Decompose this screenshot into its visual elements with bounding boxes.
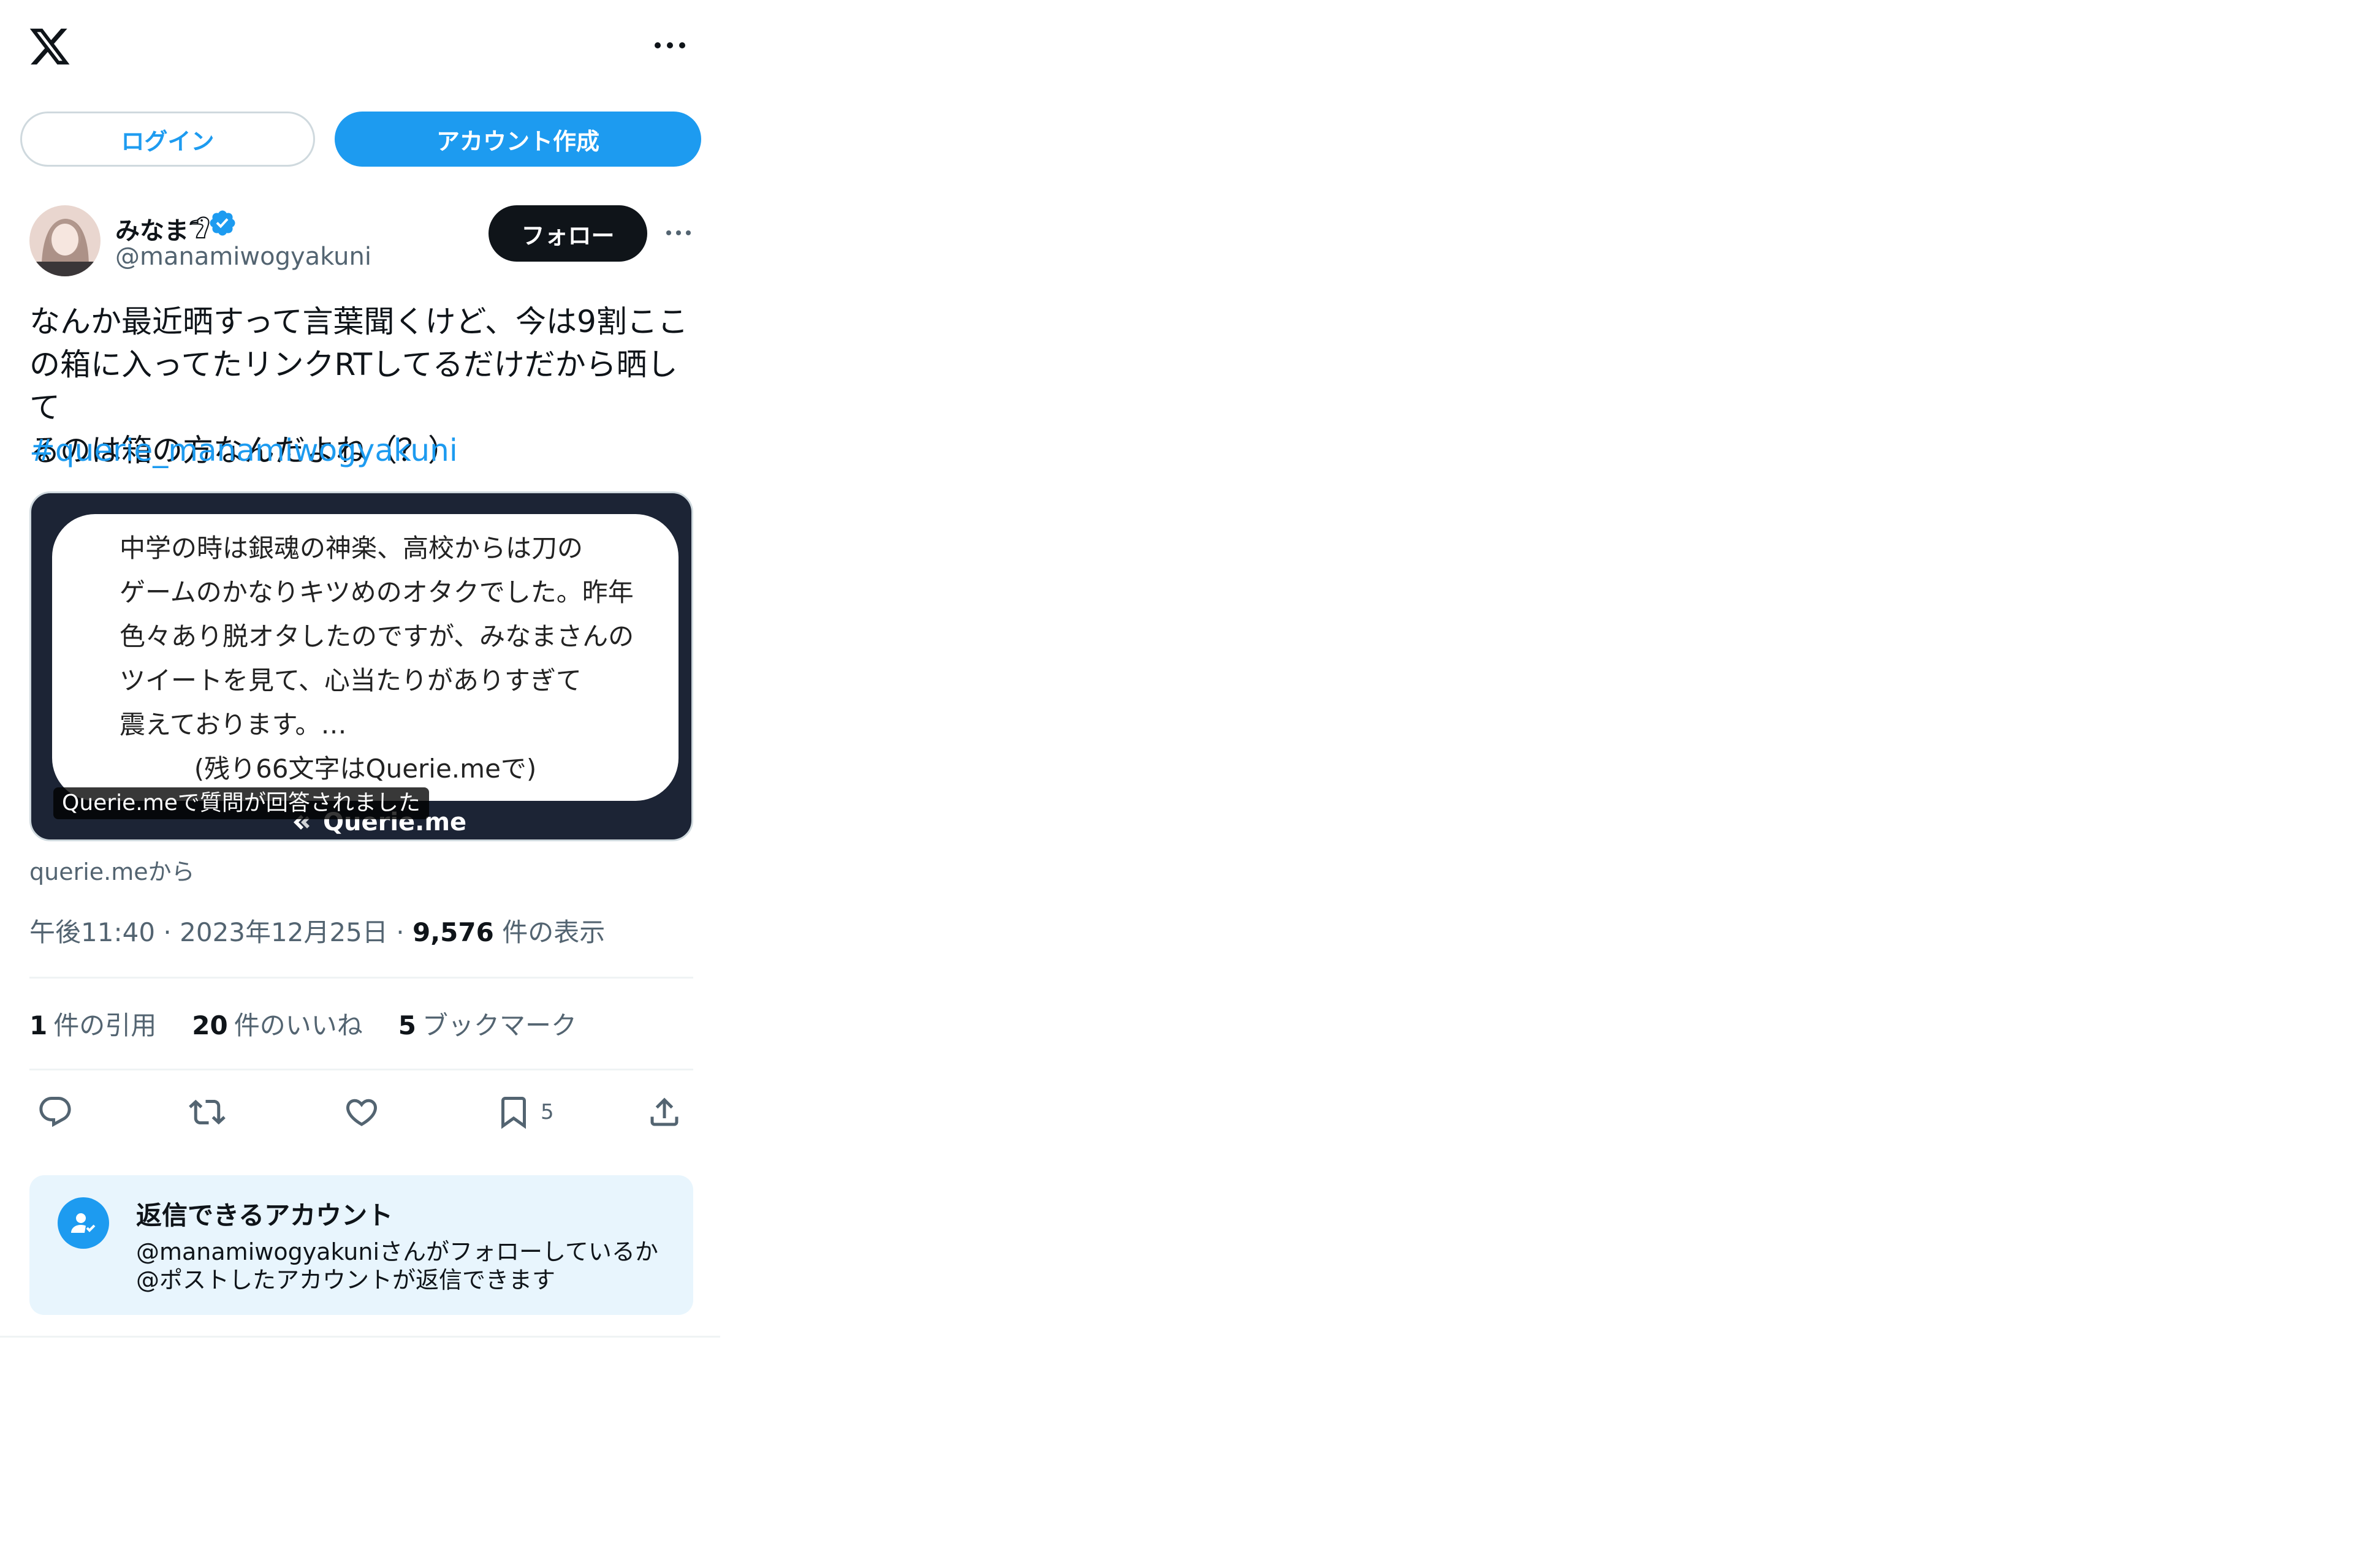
tweet-stats: 1 件の引用 20 件のいいね 5 ブックマーク bbox=[29, 1005, 577, 1042]
reply-restriction-title: 返信できるアカウント bbox=[136, 1200, 394, 1230]
tweet-date[interactable]: 2023年12月25日 bbox=[180, 917, 388, 947]
bookmarks-stat[interactable]: 5 ブックマーク bbox=[398, 1005, 577, 1042]
tweet-actions: 5 bbox=[29, 1088, 693, 1137]
likes-label: 件のいいね bbox=[234, 1010, 363, 1040]
card-source[interactable]: querie.meから bbox=[29, 853, 195, 887]
hashtag-link[interactable]: #querie_manamiwogyakuni bbox=[29, 429, 458, 472]
views-label: 件の表示 bbox=[502, 917, 606, 947]
repost-button[interactable] bbox=[189, 1088, 226, 1137]
divider bbox=[29, 1069, 693, 1070]
card-caption: Querie.meで質問が回答されました bbox=[53, 787, 429, 819]
views-count: 9,576 bbox=[412, 917, 494, 947]
signup-button[interactable]: アカウント作成 bbox=[335, 112, 701, 167]
card-question-bubble: 中学の時は銀魂の神楽、高校からは刀の ゲームのかなりキツめのオタクでした。昨年 … bbox=[52, 514, 679, 801]
login-button[interactable]: ログイン bbox=[20, 112, 315, 167]
author-name[interactable]: みなま𓅿 bbox=[115, 207, 210, 248]
reply-restriction-box: 返信できるアカウント @manamiwogyakuniさんがフォローしているか … bbox=[29, 1175, 693, 1315]
share-icon bbox=[650, 1097, 679, 1126]
bookmarks-count: 5 bbox=[398, 1010, 416, 1040]
meta-separator: · bbox=[163, 917, 172, 947]
divider bbox=[29, 977, 693, 979]
avatar[interactable] bbox=[29, 205, 101, 276]
meta-separator: · bbox=[396, 917, 405, 947]
heart-icon bbox=[346, 1099, 378, 1126]
share-button[interactable] bbox=[646, 1088, 683, 1137]
reply-restriction-description: @manamiwogyakuniさんがフォローしているか @ポストしたアカウント… bbox=[136, 1238, 658, 1293]
quotes-count: 1 bbox=[29, 1010, 48, 1040]
card-remaining-text: (残り66文字はQuerie.meで) bbox=[194, 754, 537, 784]
quotes-label: 件の引用 bbox=[53, 1010, 157, 1040]
verified-badge-icon bbox=[210, 210, 235, 236]
bookmark-count: 5 bbox=[541, 1100, 554, 1124]
user-check-icon bbox=[58, 1197, 109, 1249]
bookmark-icon bbox=[501, 1097, 526, 1129]
repost-icon bbox=[189, 1099, 226, 1125]
bookmarks-label: ブックマーク bbox=[422, 1010, 577, 1040]
card-question-text: 中学の時は銀魂の神楽、高校からは刀の ゲームのかなりキツめのオタクでした。昨年 … bbox=[120, 533, 634, 740]
author-handle[interactable]: @manamiwogyakuni bbox=[115, 243, 371, 271]
bookmark-button[interactable]: 5 bbox=[495, 1088, 554, 1137]
reply-button[interactable] bbox=[37, 1088, 74, 1137]
x-logo-icon[interactable] bbox=[27, 25, 72, 69]
likes-stat[interactable]: 20 件のいいね bbox=[192, 1005, 362, 1042]
tweet-column: ログイン アカウント作成 みなま𓅿 @manamiwogyakuni フォロー … bbox=[0, 0, 720, 1338]
tweet-time[interactable]: 午後11:40 bbox=[29, 917, 155, 947]
tweet-meta: 午後11:40 · 2023年12月25日 · 9,576 件の表示 bbox=[29, 912, 605, 949]
quotes-stat[interactable]: 1 件の引用 bbox=[29, 1005, 156, 1042]
more-options-icon[interactable] bbox=[653, 38, 687, 53]
like-button[interactable] bbox=[343, 1088, 380, 1137]
likes-count: 20 bbox=[192, 1010, 228, 1040]
follow-button[interactable]: フォロー bbox=[489, 205, 647, 262]
reply-icon bbox=[39, 1097, 71, 1127]
link-card[interactable]: 中学の時は銀魂の神楽、高校からは刀の ゲームのかなりキツめのオタクでした。昨年 … bbox=[29, 491, 693, 841]
tweet-more-icon[interactable] bbox=[665, 227, 692, 239]
